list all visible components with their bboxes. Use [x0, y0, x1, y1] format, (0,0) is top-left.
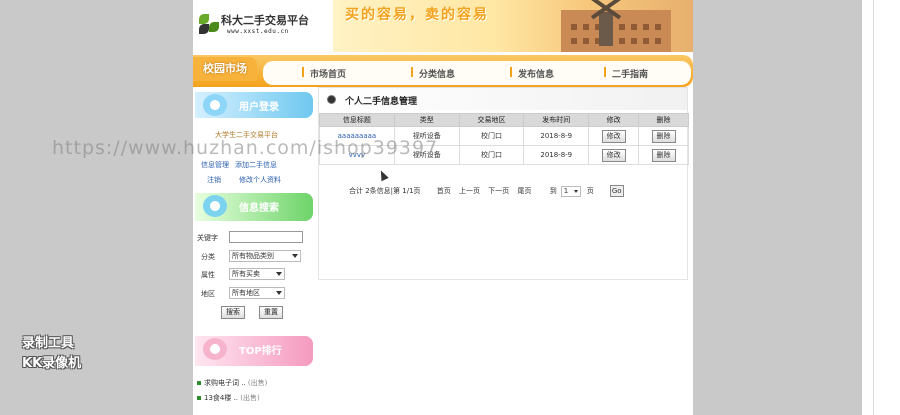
cell-delete: 删除 — [638, 126, 689, 146]
site-title: 科大二手交易平台 — [221, 14, 309, 27]
top-ranking-title: TOP排行 — [239, 346, 282, 357]
chevron-down-icon — [276, 272, 282, 276]
category-select[interactable]: 所有物品类别 — [229, 250, 301, 262]
category-select-value: 所有物品类别 — [232, 252, 274, 260]
login-box: 用户登录 — [195, 92, 313, 118]
attribute-select-value: 所有买卖 — [232, 270, 260, 278]
pager-summary: 合计 2条信息|第 1/1页 — [349, 187, 421, 195]
chevron-down-icon — [573, 189, 578, 193]
header-banner: 买的容易，卖的容易 — [333, 0, 693, 52]
panel-title: 个人二手信息管理 — [345, 97, 418, 107]
user-icon — [203, 94, 227, 116]
link-add-info[interactable]: 添加二手信息 — [235, 160, 277, 170]
top-item[interactable]: 13食4楼 .. (出售) — [197, 393, 260, 403]
nav-item-category[interactable]: 分类信息 — [410, 67, 455, 80]
top-ranking-box: TOP排行 — [195, 336, 313, 366]
search-button[interactable]: 搜索 — [221, 306, 245, 319]
chevron-down-icon — [276, 291, 282, 295]
keyword-input[interactable] — [229, 231, 303, 243]
top-item[interactable]: 求购电子词 .. (出售) — [197, 378, 267, 388]
cell-edit: 修改 — [588, 126, 640, 146]
attribute-label: 属性 — [201, 271, 215, 279]
go-button[interactable]: Go — [609, 185, 624, 197]
pager-first[interactable]: 首页 — [437, 187, 451, 195]
top-item-text: 求购电子词 .. — [204, 379, 246, 387]
pager-next[interactable]: 下一页 — [488, 187, 509, 195]
pagination: 合计 2条信息|第 1/1页 首页 上一页 下一页 尾页 到 1 页 Go — [349, 185, 630, 197]
site-url: www.xxst.edu.cn — [227, 28, 289, 35]
col-type: 类型 — [393, 113, 460, 127]
cell-delete: 删除 — [638, 145, 689, 165]
page-select-value: 1 — [563, 186, 569, 195]
search-box-header: 信息搜索 — [195, 193, 313, 221]
recorder-label-line1: 录制工具 — [22, 336, 75, 351]
right-blank-panel — [862, 0, 900, 415]
chevron-down-icon — [292, 254, 298, 258]
recorder-label-line2: KK录像机 — [22, 356, 82, 371]
panel-header: 个人二手信息管理 — [319, 88, 687, 110]
pager-goto-label: 到 — [549, 187, 557, 195]
bullet-icon — [327, 95, 336, 104]
link-logout[interactable]: 注销 — [207, 175, 221, 185]
webpage: 科大二手交易平台 www.xxst.edu.cn 买的容易，卖的容易 校园市场 … — [193, 0, 693, 415]
delete-button[interactable]: 删除 — [651, 148, 676, 162]
top-item-text: 13食4楼 .. — [204, 394, 239, 402]
top-item-tag: (出售) — [240, 394, 260, 402]
pager-prev[interactable]: 上一页 — [459, 187, 480, 195]
keyword-label: 关键字 — [197, 234, 218, 242]
table-header-row: 信息标题 类型 交易地区 发布时间 修改 删除 — [319, 113, 689, 127]
cell-area: 校门口 — [458, 145, 525, 165]
edit-button[interactable]: 修改 — [601, 148, 626, 162]
col-area: 交易地区 — [458, 113, 525, 127]
cell-edit: 修改 — [588, 145, 640, 165]
top-item-tag: (出售) — [247, 379, 268, 387]
pager-unit: 页 — [586, 187, 594, 195]
login-box-title: 用户登录 — [239, 102, 279, 113]
cell-date: 2018-8-9 — [523, 145, 590, 165]
col-delete: 删除 — [638, 113, 689, 127]
nav-item-guide[interactable]: 二手指南 — [603, 67, 648, 80]
cell-date: 2018-8-9 — [523, 126, 590, 146]
nav-item-publish[interactable]: 发布信息 — [509, 67, 554, 80]
area-label: 地区 — [201, 290, 215, 298]
bullet-icon — [197, 381, 201, 385]
book-icon — [203, 338, 227, 360]
edit-button[interactable]: 修改 — [601, 129, 626, 143]
personal-info-panel: 个人二手信息管理 信息标题 类型 交易地区 发布时间 修改 删除 aaaaaaa… — [318, 87, 689, 280]
login-box-header: 用户登录 — [195, 92, 313, 118]
banner-slogan: 买的容易，卖的容易 — [345, 7, 489, 23]
search-box: 信息搜索 — [195, 193, 313, 221]
cell-area: 校门口 — [458, 126, 525, 146]
watermark-text: https://www.huzhan.com/ishop39397 — [52, 137, 439, 159]
area-select[interactable]: 所有地区 — [229, 287, 285, 299]
link-info-manage[interactable]: 信息管理 — [201, 160, 229, 170]
header: 科大二手交易平台 www.xxst.edu.cn 买的容易，卖的容易 — [193, 0, 693, 52]
top-ranking-header: TOP排行 — [195, 336, 313, 366]
col-date: 发布时间 — [523, 113, 590, 127]
area-select-value: 所有地区 — [232, 289, 260, 297]
page-select[interactable]: 1 — [560, 185, 581, 197]
right-divider — [873, 0, 874, 415]
magnifier-icon — [203, 195, 227, 217]
col-edit: 修改 — [588, 113, 640, 127]
delete-button[interactable]: 删除 — [651, 129, 676, 143]
link-edit-profile[interactable]: 修改个人资料 — [239, 175, 281, 185]
nav-section-tab: 校园市场 — [193, 57, 257, 81]
pager-last[interactable]: 尾页 — [517, 187, 531, 195]
category-label: 分类 — [201, 253, 215, 261]
nav-item-market-home[interactable]: 市场首页 — [301, 67, 346, 80]
main-nav: 校园市场 市场首页 分类信息 发布信息 二手指南 — [193, 55, 693, 87]
reset-button[interactable]: 重置 — [259, 306, 283, 319]
search-box-title: 信息搜索 — [239, 203, 279, 214]
windmill-illustration — [585, 0, 625, 46]
attribute-select[interactable]: 所有买卖 — [229, 268, 285, 280]
bullet-icon — [197, 396, 201, 400]
col-title: 信息标题 — [319, 113, 395, 127]
